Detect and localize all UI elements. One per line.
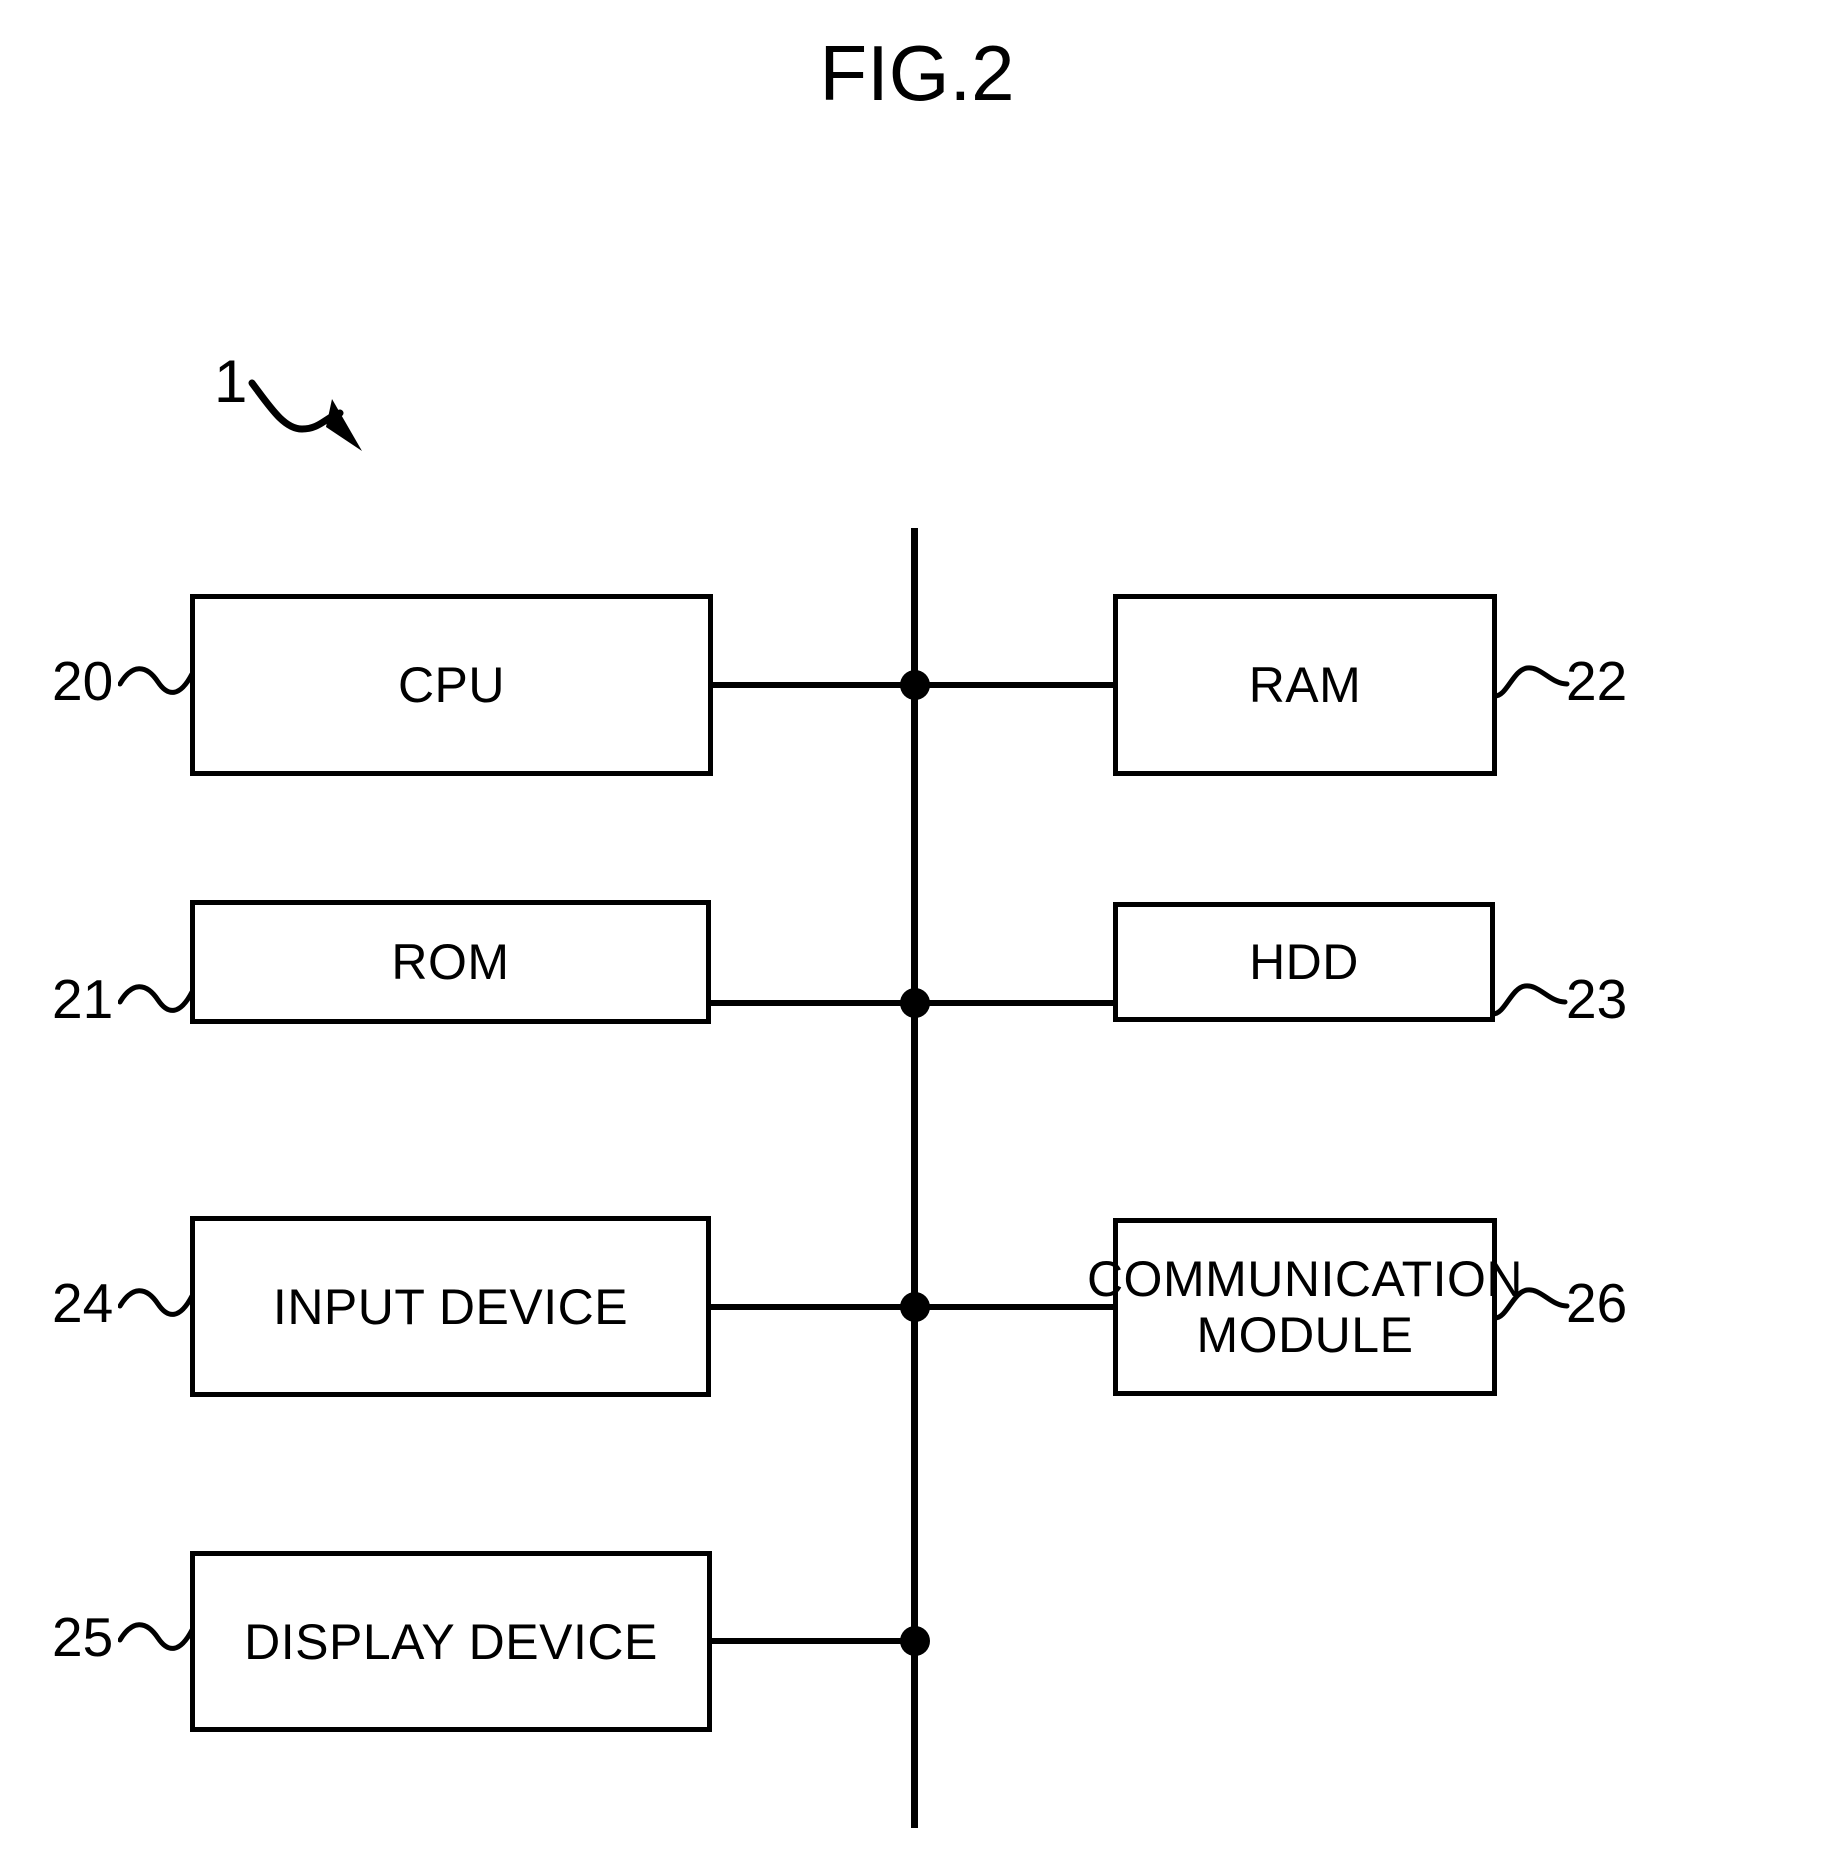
block-hdd[interactable]: HDD	[1113, 902, 1495, 1022]
bus-junction-dot	[900, 1626, 930, 1656]
leader-squiggle-ram	[1493, 665, 1570, 699]
figure-title: FIG.2	[819, 29, 1015, 117]
ref-numeral-display-device: 25	[52, 1606, 114, 1668]
block-ram[interactable]: RAM	[1113, 594, 1497, 776]
block-comm-module[interactable]: COMMUNICATION MODULE	[1087, 1218, 1523, 1396]
block-comm-module-label: COMMUNICATION MODULE	[1086, 1251, 1524, 1363]
block-cpu[interactable]: CPU	[190, 594, 713, 776]
wire-bus-to-comm-module	[914, 1304, 1116, 1310]
block-display-device-label: DISPLAY DEVICE	[244, 1613, 658, 1670]
bus-junction-dot	[900, 1292, 930, 1322]
wire-display-device-to-bus	[710, 1638, 915, 1644]
wire-cpu-to-bus	[710, 682, 915, 688]
block-cpu-label: CPU	[397, 657, 506, 713]
bus-junction-dot	[900, 670, 930, 700]
ref-numeral-hdd: 23	[1566, 968, 1628, 1030]
bus-junction-dot	[900, 988, 930, 1018]
wire-bus-to-ram	[914, 682, 1116, 688]
block-display-device[interactable]: DISPLAY DEVICE	[190, 1551, 712, 1732]
patent-figure-page: FIG.2 1 CPU 20 RAM 22 ROM 21 HDD 23 INPU…	[0, 0, 1834, 1874]
leader-squiggle-display-device	[118, 1622, 195, 1651]
leader-squiggle-input-device	[118, 1288, 195, 1317]
leader-squiggle-comm-module	[1493, 1287, 1570, 1321]
ref-numeral-ram: 22	[1566, 650, 1628, 712]
block-hdd-label: HDD	[1249, 934, 1359, 990]
block-ram-label: RAM	[1248, 657, 1362, 713]
curved-arrow-icon	[248, 379, 362, 451]
leader-squiggle-rom	[118, 984, 195, 1013]
ref-numeral-input-device: 24	[52, 1272, 114, 1334]
block-input-device-label: INPUT DEVICE	[272, 1278, 629, 1335]
ref-numeral-comm-module: 26	[1566, 1272, 1628, 1334]
leader-squiggle-hdd	[1491, 983, 1568, 1017]
wire-bus-to-hdd	[914, 1000, 1116, 1006]
block-rom-label: ROM	[391, 934, 510, 990]
ref-numeral-rom: 21	[52, 968, 114, 1030]
wire-rom-to-bus	[708, 1000, 915, 1006]
ref-numeral-cpu: 20	[52, 650, 114, 712]
block-input-device[interactable]: INPUT DEVICE	[190, 1216, 711, 1397]
block-rom[interactable]: ROM	[190, 900, 711, 1024]
leader-squiggle-cpu	[118, 666, 195, 695]
wire-input-device-to-bus	[708, 1304, 915, 1310]
